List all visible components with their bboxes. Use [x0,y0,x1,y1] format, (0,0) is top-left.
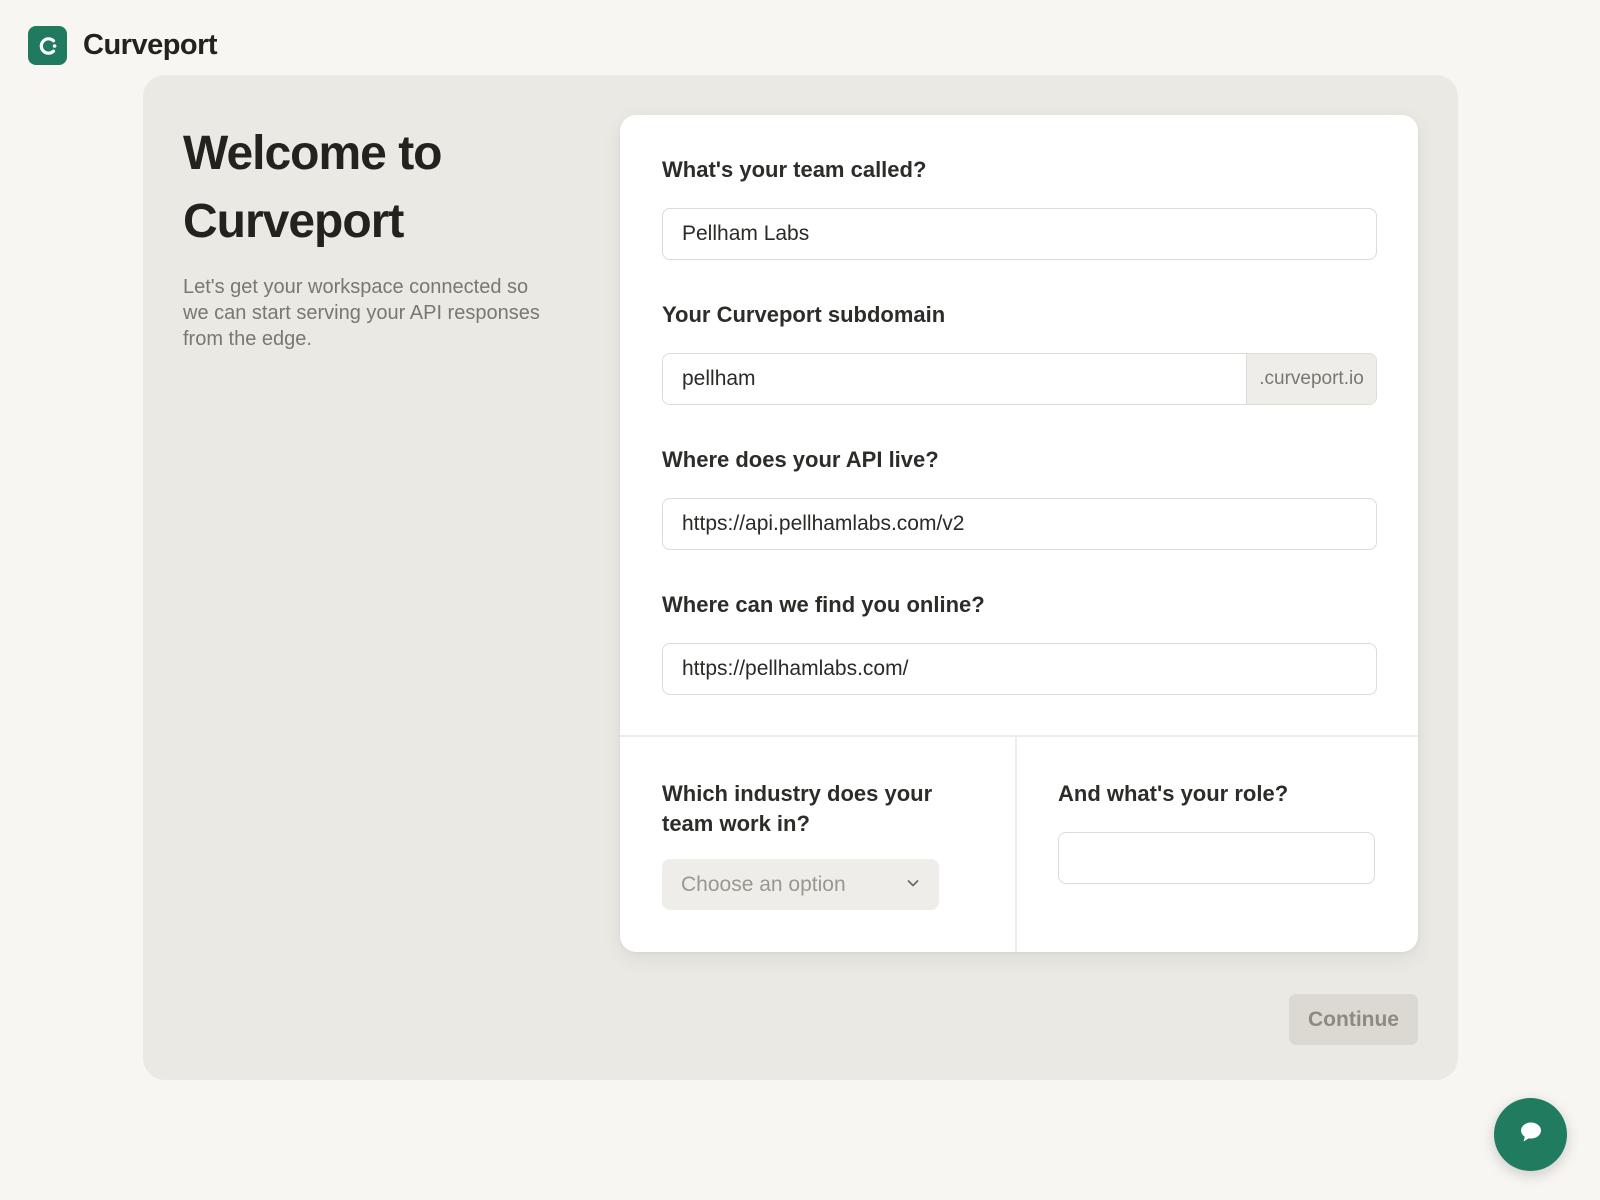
profile-questions: Which industry does your team work in? C… [620,735,1418,952]
onboarding-panel: Welcome to Curveport Let's get your work… [143,75,1458,1080]
website-field: Where can we find you online? [662,590,1377,695]
industry-label: Which industry does your team work in? [662,781,933,836]
page-title-line-1: Welcome to [183,127,442,180]
subdomain-input[interactable] [663,354,1246,404]
team-name-label: What's your team called? [662,157,927,182]
role-label: And what's your role? [1058,781,1289,806]
subdomain-input-group: .curveport.io [662,353,1377,405]
website-label: Where can we find you online? [662,592,985,617]
api-url-field: Where does your API live? [662,445,1377,550]
workspace-form-card: What's your team called? Your Curveport … [620,115,1418,952]
brand-name: Curveport [83,29,218,61]
api-url-input[interactable] [662,498,1377,550]
team-name-input[interactable] [662,208,1377,260]
industry-field: Which industry does your team work in? C… [620,737,1017,952]
intro-description: Let's get your workspace connected so we… [183,276,540,350]
website-input[interactable] [662,643,1377,695]
subdomain-label: Your Curveport subdomain [662,302,946,327]
role-field: And what's your role? [1017,737,1418,952]
industry-select[interactable]: Choose an option [662,859,939,910]
team-name-field: What's your team called? [662,155,1377,260]
subdomain-field: Your Curveport subdomain .curveport.io [662,300,1377,405]
api-url-label: Where does your API live? [662,447,939,472]
page-title: Welcome to Curveport [183,120,543,256]
intro-section: Welcome to Curveport Let's get your work… [183,120,543,352]
subdomain-suffix: .curveport.io [1246,354,1376,404]
curveport-logo-icon [28,26,67,65]
header: Curveport [28,26,218,65]
industry-select-placeholder: Choose an option [681,872,846,896]
chevron-down-icon [905,873,921,897]
role-input[interactable] [1058,832,1375,884]
chat-button[interactable] [1494,1098,1567,1171]
continue-button[interactable]: Continue [1289,994,1418,1045]
chat-bubble-icon [1518,1119,1544,1150]
page-title-line-2: Curveport [183,195,404,248]
